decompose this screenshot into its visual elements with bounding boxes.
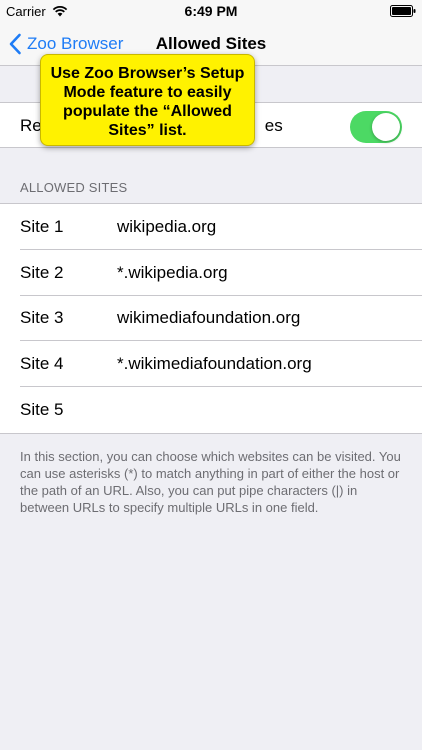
feature-callout: Use Zoo Browser’s Setup Mode feature to … [40, 54, 255, 146]
restrict-sites-toggle[interactable] [350, 111, 402, 143]
toggle-label-start: Re [20, 116, 42, 135]
status-time: 6:49 PM [184, 3, 238, 19]
site-url-field[interactable]: wikimediafoundation.org [117, 308, 300, 328]
site-row-1[interactable]: Site 1 wikipedia.org [0, 204, 422, 250]
site-row-3[interactable]: Site 3 wikimediafoundation.org [0, 296, 422, 342]
status-bar: Carrier 6:49 PM [0, 0, 422, 22]
toggle-knob [372, 113, 400, 141]
site-label: Site 2 [20, 262, 64, 282]
site-label: Site 4 [20, 354, 64, 374]
site-row-4[interactable]: Site 4 *.wikimediafoundation.org [0, 341, 422, 387]
site-url-field[interactable]: *.wikipedia.org [117, 263, 228, 283]
toggle-label-end: es [264, 116, 283, 135]
battery-icon [390, 5, 416, 17]
back-button-label: Zoo Browser [27, 34, 124, 53]
site-label: Site 3 [20, 308, 64, 328]
site-url-field[interactable]: wikipedia.org [117, 217, 216, 237]
section-footer-note: In this section, you can choose which we… [20, 449, 401, 515]
site-label: Site 1 [20, 216, 64, 236]
site-row-2[interactable]: Site 2 *.wikipedia.org [0, 250, 422, 296]
site-label: Site 5 [20, 399, 64, 419]
section-header: ALLOWED SITES [20, 180, 128, 195]
chevron-left-icon [9, 33, 21, 55]
allowed-sites-list: Site 1 wikipedia.org Site 2 *.wikipedia.… [0, 203, 422, 434]
site-row-5[interactable]: Site 5 [0, 387, 422, 433]
site-url-field[interactable]: *.wikimediafoundation.org [117, 354, 312, 374]
